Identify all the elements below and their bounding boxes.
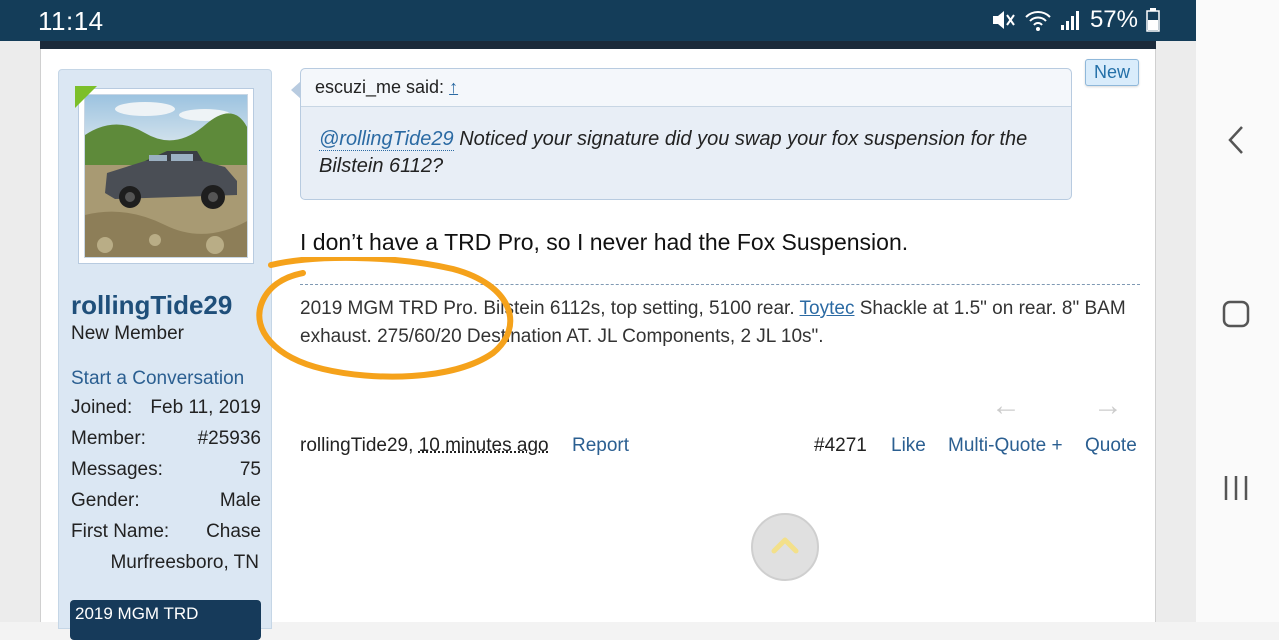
back-icon[interactable] xyxy=(1214,118,1258,162)
signature-divider xyxy=(300,284,1140,285)
new-post-badge: New xyxy=(1084,59,1139,86)
arrow-right-icon[interactable]: → xyxy=(1093,389,1123,423)
stat-label: Messages: xyxy=(71,459,163,480)
post-footer: rollingTide29, 10 minutes ago Report #42… xyxy=(300,435,1138,463)
battery-icon xyxy=(1146,8,1160,32)
stat-label: Joined: xyxy=(71,397,133,418)
status-icons: 57% xyxy=(990,6,1160,34)
quote-button[interactable]: Quote xyxy=(1085,435,1137,457)
post-timestamp[interactable]: 10 minutes ago xyxy=(419,435,549,456)
post-body: I don’t have a TRD Pro, so I never had t… xyxy=(300,229,909,255)
user-mention-link[interactable]: @rollingTide29 xyxy=(319,128,454,151)
post-container: rollingTide29 New Member Start a Convers… xyxy=(40,49,1156,640)
user-stats: Joined: Feb 11, 2019 Member: #25936 Messag… xyxy=(71,397,261,552)
toytec-link[interactable]: Toytec xyxy=(800,298,855,319)
scroll-top-icon xyxy=(770,535,800,560)
online-indicator xyxy=(75,86,97,108)
avatar[interactable] xyxy=(78,88,254,264)
status-bar: 11:14 57% xyxy=(0,0,1196,41)
stat-label: First Name: xyxy=(71,521,170,542)
quote-block: escuzi_me said: ↑ @rollingTide29 Noticed… xyxy=(291,68,1072,200)
android-nav-bar xyxy=(1196,0,1279,622)
stat-label: Member: xyxy=(71,428,146,449)
user-title: New Member xyxy=(71,323,184,344)
quote-header: escuzi_me said: ↑ xyxy=(301,69,1071,107)
start-conversation-link[interactable]: Start a Conversation xyxy=(71,368,244,390)
post-navigation: ← → xyxy=(991,389,1131,422)
recents-icon[interactable] xyxy=(1214,466,1258,510)
battery-percent: 57% xyxy=(1089,6,1138,33)
scroll-top-button[interactable] xyxy=(751,513,819,581)
stat-value: Feb 11, 2019 xyxy=(150,397,261,418)
vehicle-badge: 2019 MGM TRD xyxy=(70,600,261,640)
stat-messages: Messages: 75 xyxy=(71,459,261,490)
stat-value: Male xyxy=(219,490,261,511)
like-button[interactable]: Like xyxy=(891,435,926,457)
mute-icon xyxy=(990,8,1016,32)
stat-member: Member: #25936 xyxy=(71,428,261,459)
home-icon[interactable] xyxy=(1214,292,1258,336)
quote-jump-link[interactable]: ↑ xyxy=(449,77,458,97)
stat-joined: Joined: Feb 11, 2019 xyxy=(71,397,261,428)
stat-value: Chase xyxy=(206,521,261,542)
arrow-left-icon[interactable]: ← xyxy=(991,389,1021,423)
report-link[interactable]: Report xyxy=(572,435,629,457)
stat-value: 75 xyxy=(239,459,261,480)
username[interactable]: rollingTide29 xyxy=(71,290,232,321)
status-time: 11:14 xyxy=(38,6,104,36)
multi-quote-button[interactable]: Multi-Quote + xyxy=(948,435,1063,457)
wifi-icon xyxy=(1024,8,1052,32)
user-info-sidebar: rollingTide29 New Member Start a Convers… xyxy=(58,69,272,640)
signature-text: 2019 MGM TRD Pro. Bilstein 6112s, top se… xyxy=(300,298,800,319)
page-top-border xyxy=(40,41,1156,49)
stat-value: #25936 xyxy=(197,428,261,449)
post-number[interactable]: #4271 xyxy=(814,435,867,457)
stat-label: Gender: xyxy=(71,490,140,511)
quote-pointer xyxy=(291,81,301,99)
quote-body: @rollingTide29 Noticed your signature di… xyxy=(301,107,1071,180)
user-signature: 2019 MGM TRD Pro. Bilstein 6112s, top se… xyxy=(300,295,1145,351)
signal-icon xyxy=(1060,9,1082,31)
avatar-image xyxy=(84,94,248,258)
stat-gender: Gender: Male xyxy=(71,490,261,521)
footer-author[interactable]: rollingTide29, xyxy=(300,435,413,456)
user-location: Murfreesboro, TN xyxy=(110,552,259,573)
stat-first-name: First Name: Chase xyxy=(71,521,261,552)
quote-author: escuzi_me said: xyxy=(315,77,445,97)
